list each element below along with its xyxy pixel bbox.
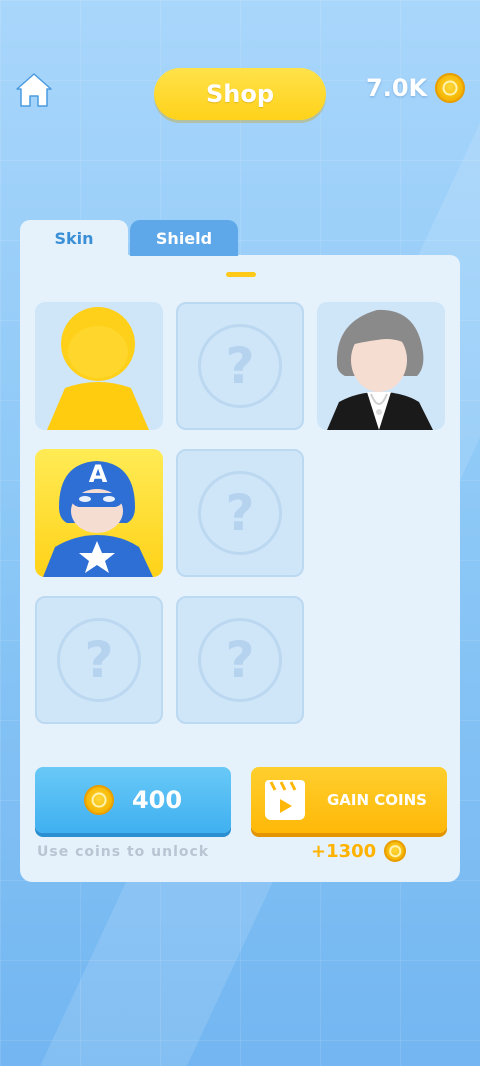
skin-slot-captain-hero[interactable]: A bbox=[35, 449, 163, 577]
coin-balance: 7.0K bbox=[366, 72, 466, 104]
coin-icon bbox=[435, 73, 466, 103]
tab-shield[interactable]: Shield bbox=[130, 220, 238, 256]
question-mark-icon: ? bbox=[198, 471, 282, 555]
skin-slot-locked[interactable]: ? bbox=[176, 302, 304, 430]
video-icon bbox=[265, 780, 305, 820]
page-title-text: Shop bbox=[205, 80, 275, 108]
tab-shield-label: Shield bbox=[155, 228, 213, 248]
coin-balance-value: 7.0K bbox=[366, 74, 428, 102]
coin-icon bbox=[83, 785, 114, 815]
gain-coins-reward-value: +1300 bbox=[311, 840, 377, 862]
unlock-with-coins-button[interactable]: 400 bbox=[35, 767, 231, 833]
unlock-price: 400 bbox=[131, 786, 183, 814]
question-mark-icon: ? bbox=[198, 618, 282, 702]
coin-icon bbox=[384, 840, 407, 862]
skin-slot-locked[interactable]: ? bbox=[176, 449, 304, 577]
tab-skin-label: Skin bbox=[54, 228, 94, 248]
question-mark-icon: ? bbox=[198, 324, 282, 408]
unlock-hint: Use coins to unlock bbox=[37, 844, 210, 860]
home-button[interactable] bbox=[14, 70, 54, 110]
captain-hero-badge: A bbox=[88, 460, 108, 488]
gain-coins-button[interactable]: GAIN COINS bbox=[251, 767, 447, 833]
shop-tabs: Skin Shield bbox=[20, 220, 238, 256]
page-indicator bbox=[226, 272, 256, 277]
gain-coins-reward: +1300 bbox=[311, 838, 407, 864]
question-mark-icon: ? bbox=[57, 618, 141, 702]
gray-hair-suit-avatar bbox=[327, 309, 433, 430]
skin-slot-locked[interactable]: ? bbox=[35, 596, 163, 724]
skin-slot-locked[interactable]: ? bbox=[176, 596, 304, 724]
skin-slot-gray-hair-suit[interactable] bbox=[317, 302, 445, 430]
gain-coins-label: GAIN COINS bbox=[327, 791, 427, 809]
skin-slot-yellow-figure[interactable] bbox=[35, 302, 163, 430]
tab-skin[interactable]: Skin bbox=[20, 220, 128, 256]
home-icon bbox=[16, 73, 52, 107]
page-title: Shop bbox=[154, 68, 326, 120]
yellow-figure-avatar bbox=[47, 307, 149, 430]
